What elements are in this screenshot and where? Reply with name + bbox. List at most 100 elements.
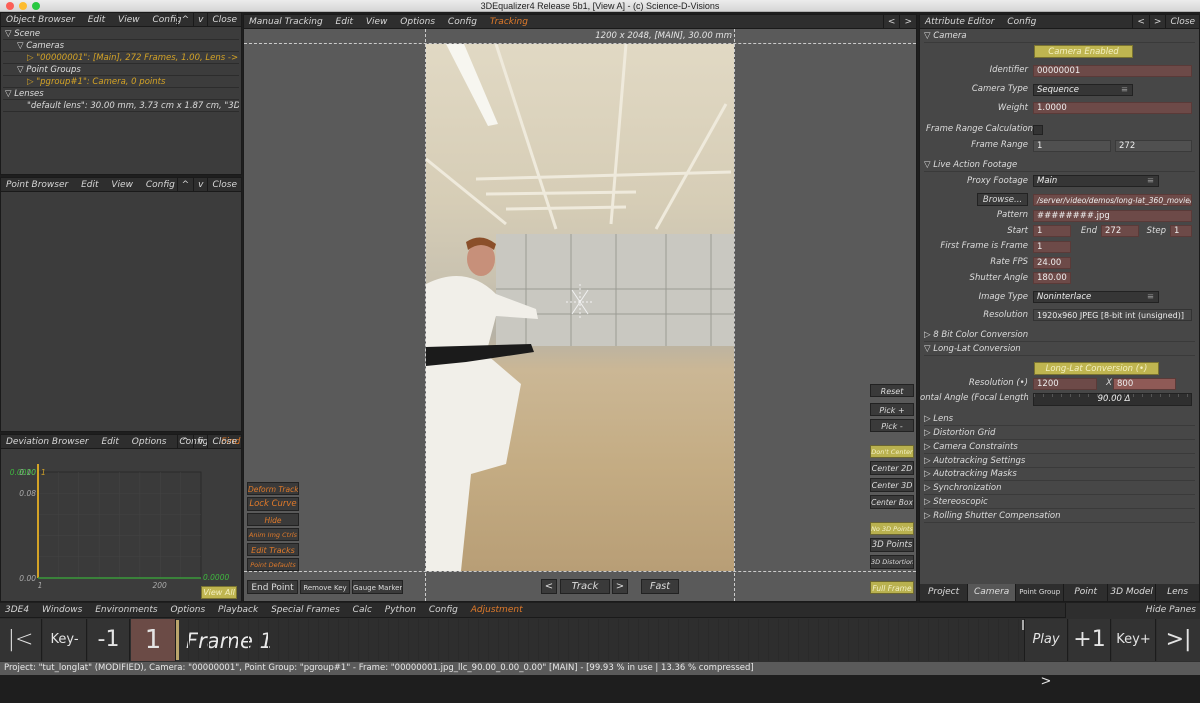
end-point-button[interactable]: End Point [247, 580, 298, 594]
fast-button[interactable]: Fast [641, 579, 679, 594]
menu-playback[interactable]: Playback [213, 605, 263, 615]
view-all-button[interactable]: View All [201, 586, 237, 599]
image-type-dropdown[interactable]: Noninterlace [1033, 291, 1159, 303]
section-live-action-footage[interactable]: ▽ Live Action Footage [924, 159, 1195, 172]
pane-close-button[interactable]: Close [207, 178, 241, 191]
section-rolling-shutter[interactable]: ▷ Rolling Shutter Compensation [924, 510, 1195, 523]
menu-calc[interactable]: Calc [348, 605, 377, 615]
pane-close-button[interactable]: Close [207, 435, 241, 448]
hide-button[interactable]: Hide [247, 513, 299, 526]
deform-track-button[interactable]: Deform Track [247, 482, 299, 495]
tree-item-point-group[interactable]: ▷ "pgroup#1": Camera, 0 points [3, 76, 239, 88]
timeline-scrubber[interactable] [179, 619, 1022, 661]
menu-windows[interactable]: Windows [37, 605, 87, 615]
center-3d-button[interactable]: Center 3D [870, 478, 914, 492]
start-field[interactable]: 1 [1033, 225, 1071, 237]
menu-3de4[interactable]: 3DE4 [0, 605, 34, 615]
tree-item-lenses[interactable]: ▽ Lenses [3, 88, 239, 100]
point-defaults-button[interactable]: Point Defaults [247, 558, 299, 571]
menu-python[interactable]: Python [380, 605, 421, 615]
no-3d-points-button[interactable]: No 3D Points [870, 522, 914, 535]
track-forward-button[interactable]: > [612, 579, 628, 594]
section-stereoscopic[interactable]: ▷ Stereoscopic [924, 496, 1195, 509]
pattern-field[interactable]: ########.jpg [1033, 210, 1192, 222]
frame-range-start-field[interactable]: 1 [1033, 140, 1111, 152]
section-synchronization[interactable]: ▷ Synchronization [924, 482, 1195, 495]
pane-down-button[interactable]: v [193, 178, 207, 191]
tab-lens[interactable]: Lens [1156, 584, 1199, 601]
menu-view[interactable]: View [113, 13, 145, 26]
frame-range-end-field[interactable]: 272 [1115, 140, 1192, 152]
ll-angle-slider[interactable]: 90.00 Δ [1033, 393, 1192, 406]
next-frame-button[interactable]: +1 [1069, 619, 1111, 661]
anim-img-ctrls-button[interactable]: Anim Img Ctrls [247, 528, 299, 541]
tab-3d-model[interactable]: 3D Model [1108, 584, 1157, 601]
menu-config[interactable]: Config [424, 605, 463, 615]
pane-up-button[interactable]: ^ [176, 178, 194, 191]
weight-field[interactable]: 1.0000 [1033, 102, 1192, 114]
tab-camera[interactable]: Camera [968, 584, 1017, 601]
section-autotracking-settings[interactable]: ▷ Autotracking Settings [924, 455, 1195, 468]
menu-special-frames[interactable]: Special Frames [266, 605, 345, 615]
footage-image[interactable] [426, 44, 734, 571]
menu-edit[interactable]: Edit [96, 435, 123, 448]
menu-view[interactable]: View [106, 178, 138, 191]
edit-tracks-button[interactable]: Edit Tracks [247, 543, 299, 556]
shutter-angle-field[interactable]: 180.00 [1033, 272, 1071, 284]
key-next-button[interactable]: Key+ [1112, 619, 1156, 661]
pick-minus-button[interactable]: Pick - [870, 419, 914, 432]
frame-range-calc-checkbox[interactable] [1033, 125, 1043, 135]
tree-item-cameras[interactable]: ▽ Cameras [3, 40, 239, 52]
full-frame-button[interactable]: Full Frame [870, 581, 914, 594]
menu-edit[interactable]: Edit [331, 15, 358, 28]
tab-project[interactable]: Project [920, 584, 969, 601]
menu-options[interactable]: Options [165, 605, 210, 615]
center-box-button[interactable]: Center Box [870, 495, 914, 509]
pane-down-button[interactable]: v [193, 435, 207, 448]
long-lat-conversion-toggle[interactable]: Long-Lat Conversion (•) [1034, 362, 1159, 375]
pane-up-button[interactable]: ^ [176, 13, 194, 26]
3d-distortion-button[interactable]: 3D Distortion [870, 555, 914, 569]
pane-close-button[interactable]: Close [1165, 15, 1199, 28]
prev-view-button[interactable]: < [882, 15, 900, 28]
track-button[interactable]: Track [560, 579, 610, 594]
tree-item-lens[interactable]: "default lens": 30.00 mm, 3.73 cm x 1.87… [3, 100, 239, 112]
section-camera-constraints[interactable]: ▷ Camera Constraints [924, 441, 1195, 454]
reset-button[interactable]: Reset [870, 384, 914, 397]
menu-config[interactable]: Config [1002, 15, 1041, 28]
tree-item-scene[interactable]: ▽ Scene [3, 28, 239, 40]
next-button[interactable]: > [1148, 15, 1166, 28]
dont-center-button[interactable]: Don't Center [870, 445, 914, 458]
rate-fps-field[interactable]: 24.00 [1033, 257, 1071, 269]
center-2d-button[interactable]: Center 2D [870, 461, 914, 475]
menu-view[interactable]: View [361, 15, 393, 28]
section-long-lat-conversion[interactable]: ▽ Long-Lat Conversion [924, 343, 1195, 356]
identifier-field[interactable]: 00000001 [1033, 65, 1192, 77]
menu-config[interactable]: Config [443, 15, 482, 28]
play-button[interactable]: Play > [1024, 619, 1068, 689]
section-lens[interactable]: ▷ Lens [924, 413, 1195, 426]
proxy-footage-dropdown[interactable]: Main [1033, 175, 1159, 187]
tree-item-point-groups[interactable]: ▽ Point Groups [3, 64, 239, 76]
hide-panes-button[interactable]: Hide Panes [1064, 603, 1200, 618]
menu-config[interactable]: Config [141, 178, 180, 191]
menu-options[interactable]: Options [395, 15, 440, 28]
first-frame-field[interactable]: 1 [1033, 241, 1071, 253]
end-field[interactable]: 272 [1101, 225, 1139, 237]
tab-point-group[interactable]: Point Group [1016, 584, 1065, 601]
menu-environments[interactable]: Environments [90, 605, 162, 615]
camera-type-dropdown[interactable]: Sequence [1033, 84, 1133, 96]
track-backward-button[interactable]: < [541, 579, 557, 594]
prev-frame-button[interactable]: -1 [88, 619, 130, 661]
section-autotracking-masks[interactable]: ▷ Autotracking Masks [924, 468, 1195, 481]
last-frame-button[interactable]: >| [1157, 619, 1200, 661]
section-camera[interactable]: ▽ Camera [924, 30, 1195, 43]
browse-button[interactable]: Browse... [977, 193, 1028, 206]
menu-edit[interactable]: Edit [76, 178, 103, 191]
ll-resolution-x-field[interactable]: 1200 [1033, 378, 1097, 390]
pane-up-button[interactable]: ^ [176, 435, 194, 448]
ll-resolution-y-field[interactable]: 800 [1113, 378, 1176, 390]
step-field[interactable]: 1 [1170, 225, 1192, 237]
menu-adjustment[interactable]: Adjustment [466, 605, 528, 615]
footage-path-field[interactable]: /server/video/demos/long-lat_360_movie/ [1033, 194, 1192, 206]
